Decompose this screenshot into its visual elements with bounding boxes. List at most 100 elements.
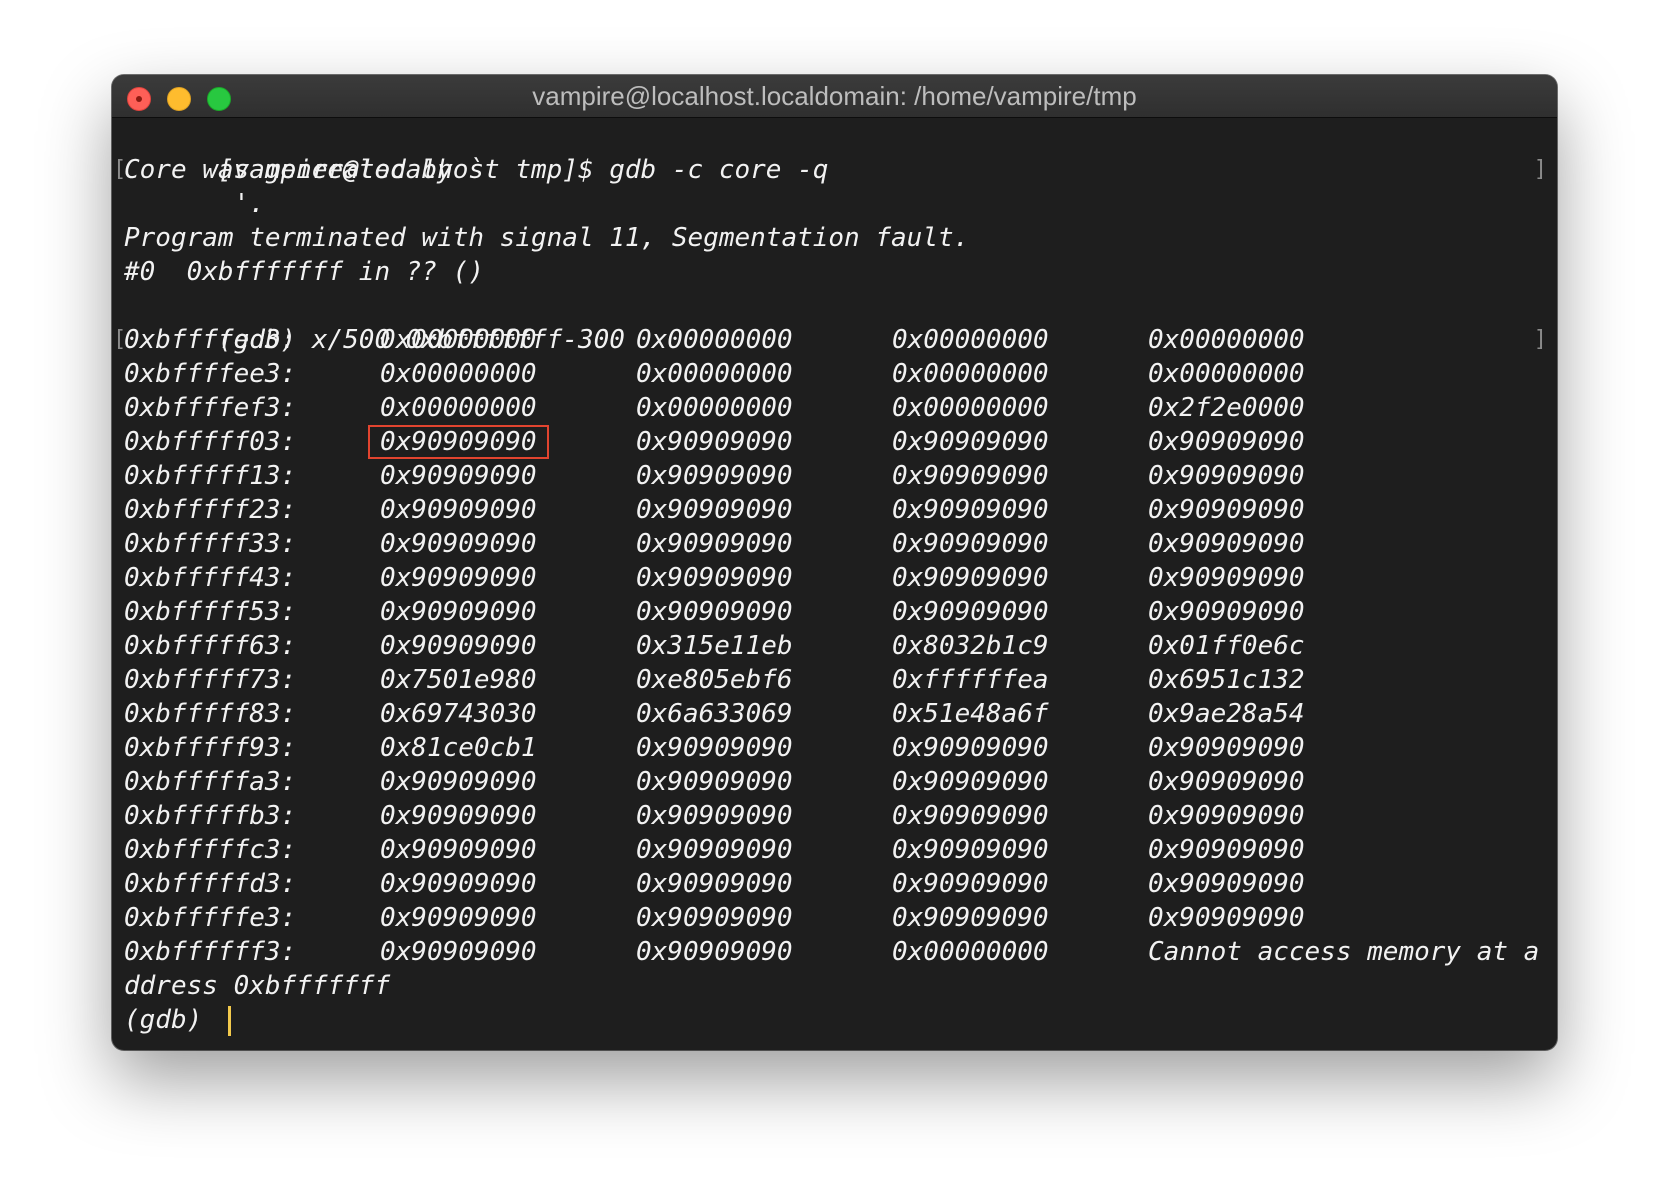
memory-address: 0xbfffff53: — [124, 597, 297, 627]
highlighted-memory-word: 0x90909090 — [368, 425, 549, 459]
memory-word: 0x90909090 — [892, 495, 1049, 525]
memory-row: 0xbfffff23: 0x90909090 0x90909090 0x9090909… — [124, 493, 1547, 527]
final-prompt-line[interactable]: (gdb) — [124, 1003, 1547, 1037]
memory-word: 0x6a633069 — [636, 699, 793, 729]
signal-line: Program terminated with signal 11, Segme… — [124, 223, 970, 253]
memory-row: 0xbffffed3: 0x00000000 0x00000000 0x0000000… — [124, 323, 1547, 357]
memory-address: 0xbfffff33: — [124, 529, 297, 559]
memory-word: 0x90909090 — [380, 937, 537, 967]
memory-word: 0x00000000 — [1148, 325, 1305, 355]
text-cursor — [227, 1005, 231, 1036]
memory-address: 0xbffffed3: — [124, 325, 297, 355]
memory-address: 0xbfffff23: — [124, 495, 297, 525]
memory-address: 0xbfffffc3: — [124, 835, 297, 865]
memory-row: 0xbfffffe3: 0x90909090 0x90909090 0x9090909… — [124, 901, 1547, 935]
core-line-2: '. — [124, 189, 265, 219]
memory-word: 0x90909090 — [636, 835, 793, 865]
memory-word: 0x90909090 — [380, 563, 537, 593]
terminal-window: vampire@localhost.localdomain: /home/vam… — [112, 75, 1557, 1050]
memory-word: 0x51e48a6f — [892, 699, 1049, 729]
memory-word: 0x00000000 — [380, 325, 537, 355]
memory-word: 0x90909090 — [892, 529, 1049, 559]
memory-word: 0x90909090 — [892, 767, 1049, 797]
memory-word: 0x90909090 — [1148, 869, 1305, 899]
memory-address: 0xbfffffe3: — [124, 903, 297, 933]
memory-word: 0x90909090 — [636, 597, 793, 627]
memory-word: 0x8032b1c9 — [892, 631, 1049, 661]
memory-word: 0x90909090 — [1148, 529, 1305, 559]
memory-address: 0xbffffff3: — [124, 937, 297, 967]
memory-word: 0xe805ebf6 — [636, 665, 793, 695]
memory-row: 0xbffffee3: 0x00000000 0x00000000 0x0000000… — [124, 357, 1547, 391]
memory-word: 0x7501e980 — [380, 665, 537, 695]
memory-word: 0x90909090 — [892, 733, 1049, 763]
memory-word: 0x90909090 — [636, 869, 793, 899]
memory-word: 0x00000000 — [892, 359, 1049, 389]
memory-word: 0x00000000 — [892, 325, 1049, 355]
memory-address: 0xbfffff73: — [124, 665, 297, 695]
memory-address: 0xbfffff93: — [124, 733, 297, 763]
memory-row: 0xbfffff43: 0x90909090 0x90909090 0x9090909… — [124, 561, 1547, 595]
memory-word: 0x90909090 — [892, 869, 1049, 899]
memory-word: 0x90909090 — [1148, 835, 1305, 865]
memory-word: 0x90909090 — [636, 563, 793, 593]
memory-word: 0x00000000 — [636, 359, 793, 389]
terminal-output[interactable]: [[vampire@localhost tmp]$ gdb -c core -q… — [113, 119, 1547, 1046]
memory-word: 0x315e11eb — [636, 631, 793, 661]
memory-word: 0x90909090 — [892, 461, 1049, 491]
memory-row: 0xbfffff53: 0x90909090 0x90909090 0x9090909… — [124, 595, 1547, 629]
memory-word: 0x90909090 — [636, 529, 793, 559]
shell-prompt-line: [[vampire@localhost tmp]$ gdb -c core -q… — [113, 119, 1547, 185]
frame-line: #0 0xbfffffff in ?? () — [124, 257, 485, 287]
gdb-command-line: [(gdb) x/500 0xbfffffff-300] — [113, 289, 1547, 355]
memory-word: 0x90909090 — [1148, 563, 1305, 593]
memory-word: 0x90909090 — [380, 835, 537, 865]
memory-row: 0xbfffffb3: 0x90909090 0x90909090 0x9090909… — [124, 799, 1547, 833]
memory-word: 0x90909090 — [892, 597, 1049, 627]
memory-word: 0x90909090 — [1148, 767, 1305, 797]
memory-word: 0x90909090 — [636, 495, 793, 525]
memory-word: 0x90909090 — [636, 427, 793, 457]
memory-word: 0x90909090 — [636, 461, 793, 491]
memory-row: 0xbfffff93: 0x81ce0cb1 0x90909090 0x9090909… — [124, 731, 1547, 765]
memory-address: 0xbfffffb3: — [124, 801, 297, 831]
memory-word: 0x01ff0e6c — [1148, 631, 1305, 661]
memory-word: 0x9ae28a54 — [1148, 699, 1305, 729]
memory-row: 0xbfffffc3: 0x90909090 0x90909090 0x9090909… — [124, 833, 1547, 867]
memory-word: 0x00000000 — [892, 937, 1049, 967]
window-title: vampire@localhost.localdomain: /home/vam… — [532, 81, 1137, 111]
memory-row: 0xbfffff03: 0x90909090 0x90909090 0x9090909… — [124, 425, 1547, 459]
memory-word: 0x90909090 — [1148, 461, 1305, 491]
memory-word: 0x90909090 — [380, 801, 537, 831]
memory-row: 0xbfffff73: 0x7501e980 0xe805ebf6 0xffffffe… — [124, 663, 1547, 697]
gdb-prompt: (gdb) — [124, 1005, 218, 1035]
memory-word: 0xffffffea — [892, 665, 1049, 695]
memory-word: 0x90909090 — [1148, 495, 1305, 525]
error-tail-line: ddress 0xbfffffff — [124, 971, 391, 1001]
memory-word: 0x90909090 — [380, 869, 537, 899]
memory-row: 0xbfffff83: 0x69743030 0x6a633069 0x51e48a6… — [124, 697, 1547, 731]
memory-row: 0xbffffff3: 0x90909090 0x90909090 0x0000000… — [124, 935, 1547, 969]
memory-word: 0x90909090 — [1148, 733, 1305, 763]
memory-word: 0x90909090 — [380, 529, 537, 559]
memory-word: 0x90909090 — [380, 461, 537, 491]
memory-row: 0xbfffffd3: 0x90909090 0x90909090 0x9090909… — [124, 867, 1547, 901]
memory-word: 0x90909090 — [636, 903, 793, 933]
memory-address: 0xbfffffd3: — [124, 869, 297, 899]
memory-word: 0x90909090 — [636, 801, 793, 831]
memory-row: 0xbfffff13: 0x90909090 0x90909090 0x9090909… — [124, 459, 1547, 493]
memory-word: 0x90909090 — [892, 801, 1049, 831]
title-bar[interactable]: vampire@localhost.localdomain: /home/vam… — [112, 75, 1557, 118]
core-line-1: Core was generated by ` — [124, 155, 485, 185]
memory-word: 0x90909090 — [380, 903, 537, 933]
memory-word: 0x00000000 — [636, 393, 793, 423]
memory-address: 0xbfffff43: — [124, 563, 297, 593]
memory-address: 0xbfffff63: — [124, 631, 297, 661]
memory-address: 0xbffffef3: — [124, 393, 297, 423]
memory-word: 0x90909090 — [1148, 903, 1305, 933]
memory-word: 0x90909090 — [636, 733, 793, 763]
memory-word: 0x00000000 — [380, 359, 537, 389]
memory-word: 0x90909090 — [892, 563, 1049, 593]
memory-word: 0x90909090 — [892, 903, 1049, 933]
memory-address: 0xbfffff83: — [124, 699, 297, 729]
